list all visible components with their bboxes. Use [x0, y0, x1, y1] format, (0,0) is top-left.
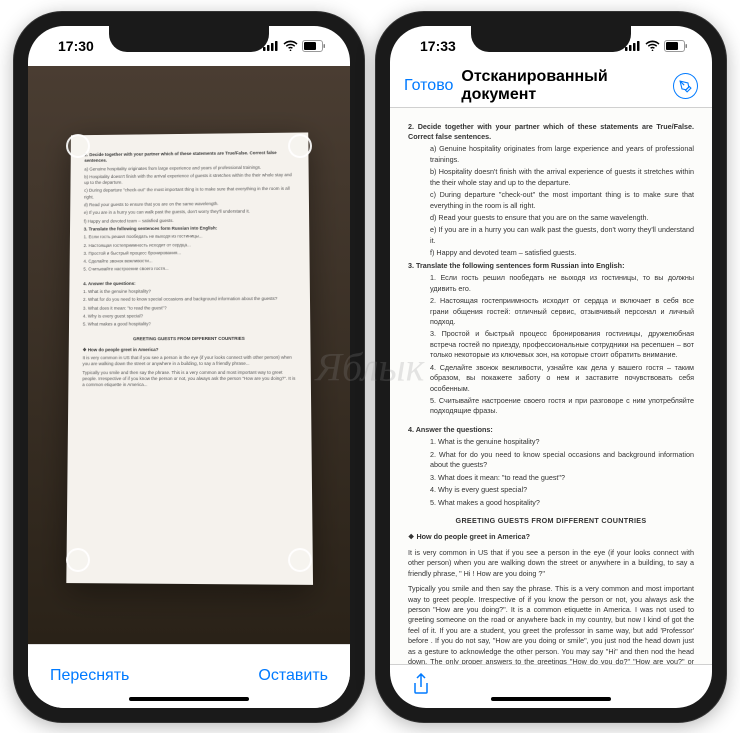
crop-handle-tr[interactable] [288, 134, 312, 158]
doc-q4-2: 2. What for do you need to know special … [430, 450, 694, 471]
doc-p2: Typically you smile and then say the phr… [408, 584, 694, 663]
doc-heading: GREETING GUESTS FROM DIFFERENT COUNTRIES [408, 516, 694, 526]
doc-q3-2: 2. Настоящая гостеприимность исходит от … [430, 296, 694, 327]
notch [109, 26, 269, 52]
status-time: 17:33 [420, 38, 456, 54]
screen-document: 17:33 Готово Отсканированный документ [390, 26, 712, 708]
doc-q4-5: 5. What makes a good hospitality? [430, 498, 694, 508]
crop-handle-br[interactable] [288, 548, 312, 572]
screen-scanner: 17:30 2. Decide together with your partn… [28, 26, 350, 708]
markup-button[interactable] [673, 73, 698, 99]
doc-q4: 4. Answer the questions: [408, 425, 694, 435]
retake-button[interactable]: Переснять [50, 667, 129, 685]
crop-handle-tl[interactable] [66, 134, 90, 158]
doc-q4-3: 3. What does it mean: "to read the guest… [430, 473, 694, 483]
doc-q2e: e) If you are in a hurry you can walk pa… [430, 225, 694, 246]
home-indicator[interactable] [491, 697, 611, 701]
done-button[interactable]: Готово [404, 77, 453, 95]
doc-q3-4: 4. Сделайте звонок вежливости, узнайте к… [430, 363, 694, 394]
page-title: Отсканированный документ [461, 68, 673, 104]
scanner-view[interactable]: 2. Decide together with your partner whi… [28, 66, 350, 644]
status-time: 17:30 [58, 38, 94, 54]
phone-document: 17:33 Готово Отсканированный документ [376, 12, 726, 722]
keep-button[interactable]: Оставить [258, 667, 328, 685]
home-indicator[interactable] [129, 697, 249, 701]
doc-q4-1: 1. What is the genuine hospitality? [430, 437, 694, 447]
nav-bar: Готово Отсканированный документ [390, 66, 712, 108]
doc-q2f: f) Happy and devoted team – satisfied gu… [430, 248, 694, 258]
doc-q2b: b) Hospitality doesn't finish with the a… [430, 167, 694, 188]
battery-icon [302, 40, 326, 52]
doc-p1: It is very common in US that if you see … [408, 548, 694, 579]
doc-q2c: c) During departure "check-out" the most… [430, 190, 694, 211]
wifi-icon [283, 40, 298, 51]
crop-handle-bl[interactable] [66, 548, 90, 572]
doc-q2: 2. Decide together with your partner whi… [408, 122, 694, 143]
notch [471, 26, 631, 52]
doc-q3: 3. Translate the following sentences for… [408, 261, 694, 271]
doc-q3-3: 3. Простой и быстрый процесс бронировани… [430, 329, 694, 360]
scanned-paper: 2. Decide together with your partner whi… [67, 133, 313, 585]
wifi-icon [645, 40, 660, 51]
doc-q3-1: 1. Если гость решил пообедать не выходя … [430, 273, 694, 294]
bottom-toolbar [390, 664, 712, 708]
doc-q2d: d) Read your guests to ensure that you a… [430, 213, 694, 223]
phone-scanner: 17:30 2. Decide together with your partn… [14, 12, 364, 722]
doc-q4-4: 4. Why is every guest special? [430, 485, 694, 495]
doc-q3-5: 5. Считывайте настроение своего гостя и … [430, 396, 694, 417]
document-content[interactable]: 2. Decide together with your partner whi… [390, 108, 712, 664]
battery-icon [664, 40, 688, 52]
status-right [263, 40, 326, 52]
share-button[interactable] [412, 673, 430, 700]
doc-q2a: a) Genuine hospitality originates from l… [430, 144, 694, 165]
status-right [625, 40, 688, 52]
doc-sub: ❖ How do people greet in America? [408, 532, 694, 542]
